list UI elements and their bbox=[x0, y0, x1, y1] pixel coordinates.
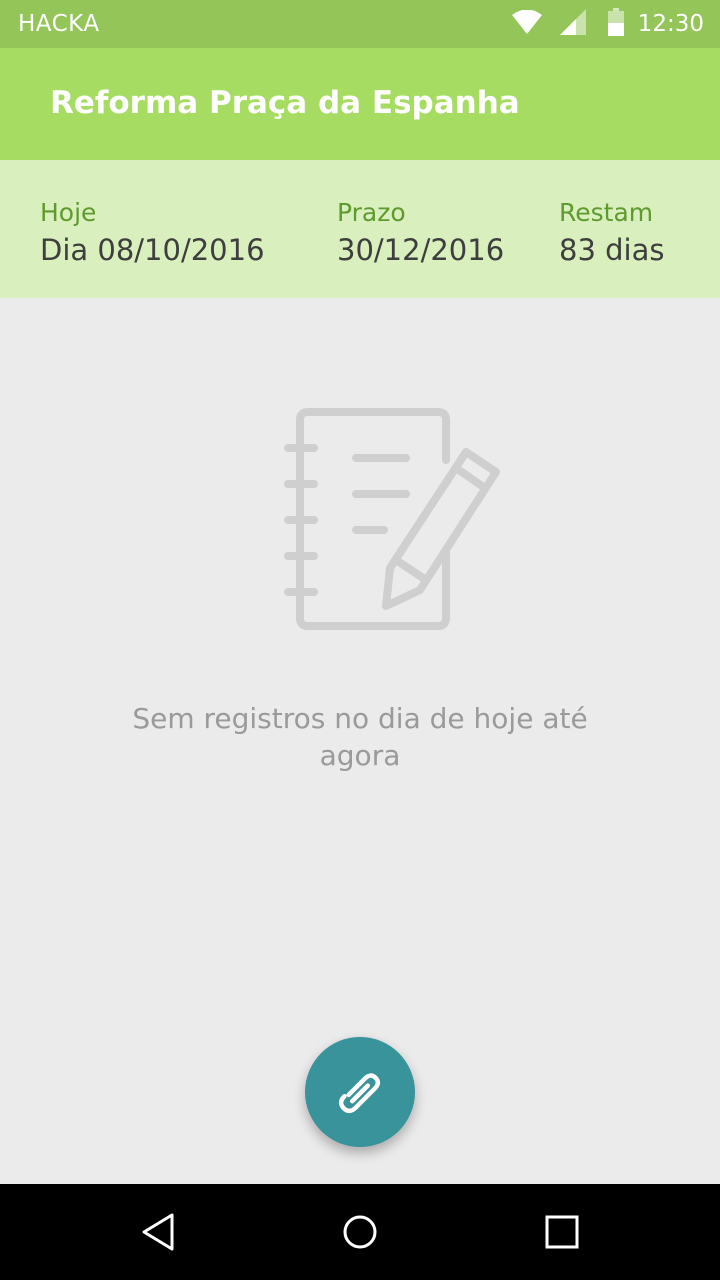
signal-icon bbox=[559, 9, 586, 39]
today-label: Hoje bbox=[40, 198, 97, 227]
remaining-value: 83 dias bbox=[559, 233, 665, 267]
status-time: 12:30 bbox=[637, 11, 704, 37]
battery-icon bbox=[607, 8, 624, 40]
notebook-pencil-icon bbox=[270, 400, 510, 640]
paperclip-icon bbox=[332, 1064, 388, 1120]
wifi-icon bbox=[511, 9, 542, 38]
today-value: Dia 08/10/2016 bbox=[40, 233, 265, 267]
deadline-label: Prazo bbox=[337, 198, 406, 227]
deadline-value: 30/12/2016 bbox=[337, 233, 505, 267]
page-title: Reforma Praça da Espanha bbox=[50, 85, 520, 121]
status-icons: 12:30 bbox=[511, 0, 704, 48]
home-button[interactable] bbox=[336, 1208, 384, 1256]
status-bar: HACKA 12:30 bbox=[0, 0, 720, 48]
deadline-info: Prazo 30/12/2016 bbox=[337, 196, 504, 270]
home-icon bbox=[342, 1214, 378, 1250]
back-button[interactable] bbox=[134, 1208, 182, 1256]
today-info: Hoje Dia 08/10/2016 bbox=[40, 196, 265, 270]
info-strip: Hoje Dia 08/10/2016 Prazo 30/12/2016 Res… bbox=[0, 160, 720, 298]
empty-state-message: Sem registros no dia de hoje até agora bbox=[132, 702, 588, 772]
remaining-info: Restam 83 dias bbox=[559, 196, 664, 270]
navigation-bar bbox=[0, 1184, 720, 1280]
recents-button[interactable] bbox=[538, 1208, 586, 1256]
recents-icon bbox=[544, 1214, 580, 1250]
back-icon bbox=[140, 1212, 176, 1252]
remaining-label: Restam bbox=[559, 198, 654, 227]
attach-button[interactable] bbox=[305, 1037, 415, 1147]
screen: HACKA 12:30 Reforma Praça da Espanha Hoj… bbox=[0, 0, 720, 1280]
carrier-name: HACKA bbox=[18, 11, 100, 37]
app-bar: Reforma Praça da Espanha bbox=[0, 48, 720, 160]
